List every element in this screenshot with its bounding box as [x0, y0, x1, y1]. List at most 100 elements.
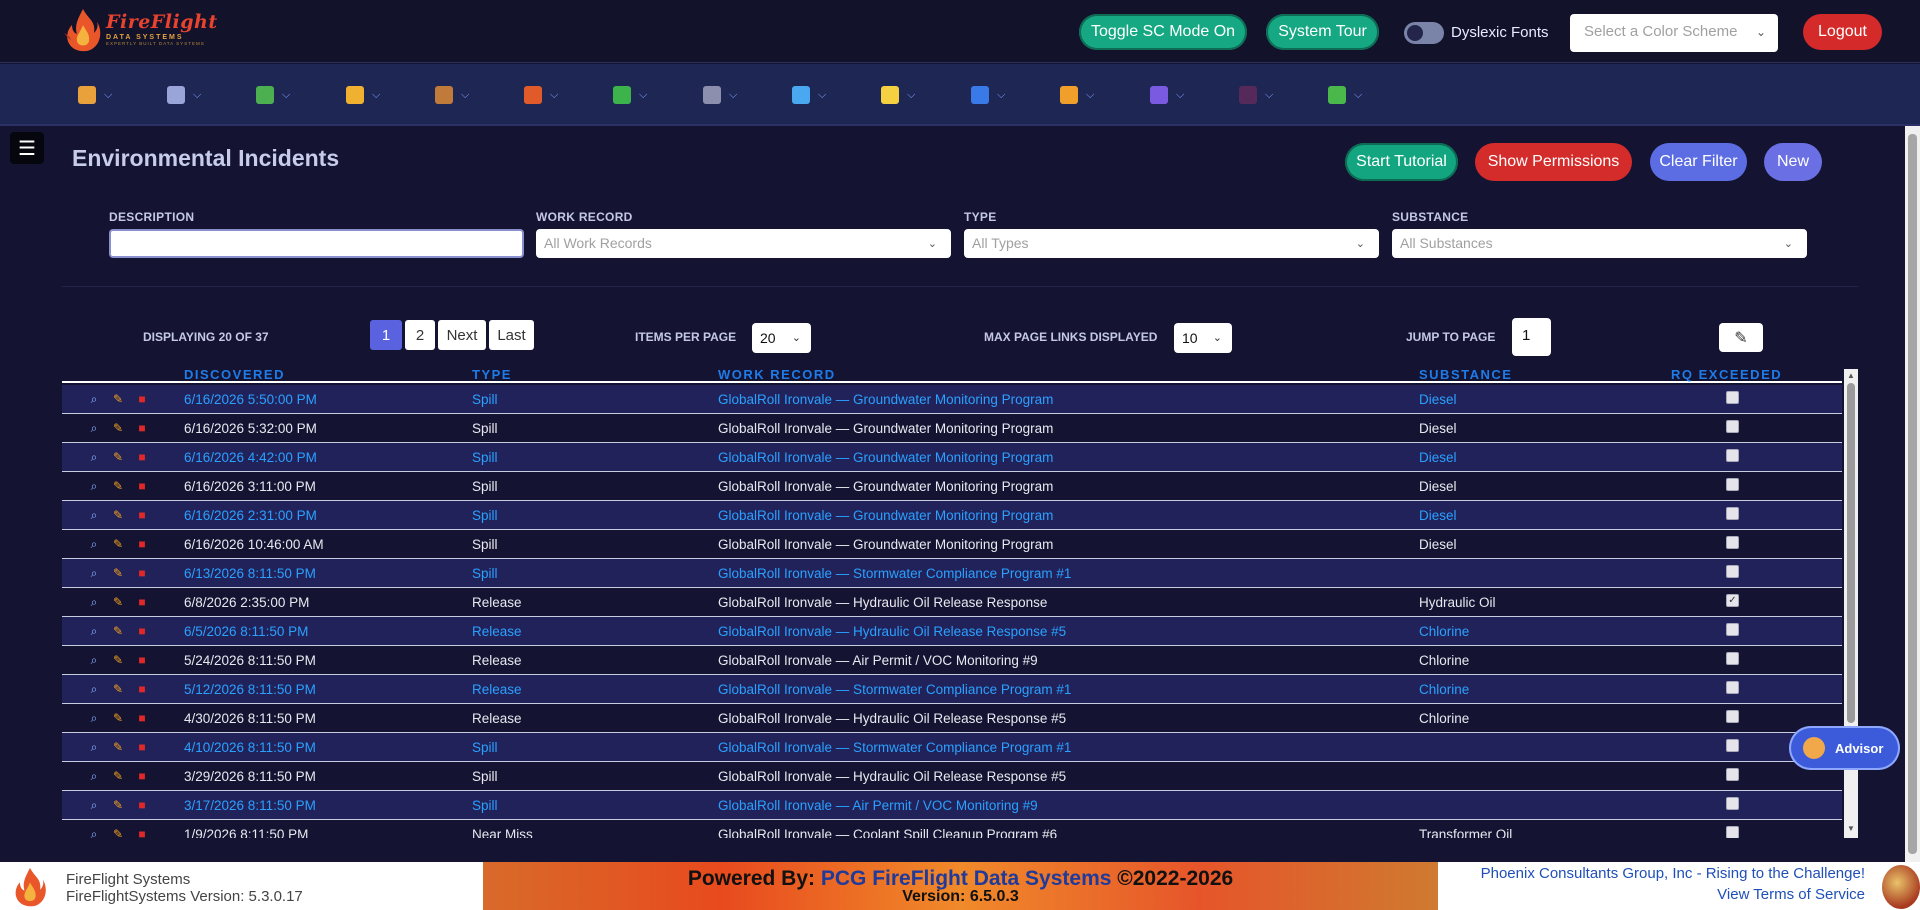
edit-pencil-icon[interactable]: ✎	[110, 450, 126, 464]
view-magnifier-icon[interactable]: ⌕	[86, 682, 102, 696]
edit-pencil-icon[interactable]: ✎	[110, 769, 126, 783]
last-page-button[interactable]: Last	[489, 320, 534, 350]
company-tagline-link[interactable]: Phoenix Consultants Group, Inc - Rising …	[1481, 865, 1865, 882]
rq-exceeded-checkbox[interactable]	[1726, 739, 1739, 752]
edit-pencil-icon[interactable]: ✎	[110, 798, 126, 812]
view-magnifier-icon[interactable]: ⌕	[86, 566, 102, 580]
toggle-sc-mode-button[interactable]: Toggle SC Mode On	[1079, 14, 1247, 50]
edit-pencil-icon[interactable]: ✎	[110, 682, 126, 696]
scroll-up-icon[interactable]: ▲	[1847, 371, 1855, 380]
new-button[interactable]: New	[1764, 143, 1822, 181]
view-magnifier-icon[interactable]: ⌕	[86, 450, 102, 464]
rq-exceeded-checkbox[interactable]	[1726, 507, 1739, 520]
view-magnifier-icon[interactable]: ⌕	[86, 624, 102, 638]
table-row[interactable]: ⌕ ✎ ■ 6/16/2026 3:11:00 PM Spill GlobalRoll I…	[62, 472, 1842, 501]
terms-of-service-link[interactable]: View Terms of Service	[1717, 886, 1865, 903]
nav-modules[interactable]: ⌵	[256, 84, 290, 106]
table-scroll-thumb[interactable]	[1847, 383, 1855, 723]
edit-pencil-icon[interactable]: ✎	[110, 740, 126, 754]
rq-exceeded-checkbox[interactable]	[1726, 536, 1739, 549]
delete-trash-icon[interactable]: ■	[134, 624, 150, 638]
column-width-ruler-icon[interactable]: ✎	[1719, 323, 1763, 352]
advisor-button[interactable]: Advisor	[1789, 726, 1900, 770]
delete-trash-icon[interactable]: ■	[134, 392, 150, 406]
view-magnifier-icon[interactable]: ⌕	[86, 827, 102, 839]
table-row[interactable]: ⌕ ✎ ■ 6/16/2026 5:50:00 PM Spill GlobalRoll I…	[62, 385, 1842, 414]
table-row[interactable]: ⌕ ✎ ■ 6/5/2026 8:11:50 PM Release GlobalRoll …	[62, 617, 1842, 646]
view-magnifier-icon[interactable]: ⌕	[86, 595, 102, 609]
fireflight-logo[interactable]: FireFlight DATA SYSTEMS EXPERTLY BUILT D…	[62, 6, 242, 54]
nav-training[interactable]: ⌵	[1239, 84, 1273, 106]
nav-records[interactable]: ⌵	[703, 84, 737, 106]
show-permissions-button[interactable]: Show Permissions	[1475, 143, 1632, 181]
logout-button[interactable]: Logout	[1803, 14, 1882, 50]
column-header-work-record[interactable]: WORK RECORD	[718, 367, 836, 382]
delete-trash-icon[interactable]: ■	[134, 711, 150, 725]
delete-trash-icon[interactable]: ■	[134, 508, 150, 522]
view-magnifier-icon[interactable]: ⌕	[86, 798, 102, 812]
table-row[interactable]: ⌕ ✎ ■ 6/16/2026 10:46:00 AM Spill GlobalRoll …	[62, 530, 1842, 559]
nav-transport[interactable]: ⌵	[346, 84, 380, 106]
view-magnifier-icon[interactable]: ⌕	[86, 653, 102, 667]
rq-exceeded-checkbox[interactable]	[1726, 565, 1739, 578]
nav-library[interactable]: ⌵	[1150, 84, 1184, 106]
nav-inspections[interactable]: ⌵	[792, 84, 826, 106]
table-row[interactable]: ⌕ ✎ ■ 1/9/2026 8:11:50 PM Near Miss GlobalRol…	[62, 820, 1842, 838]
column-header-type[interactable]: TYPE	[472, 367, 512, 382]
view-magnifier-icon[interactable]: ⌕	[86, 421, 102, 435]
clear-filter-button[interactable]: Clear Filter	[1650, 143, 1747, 181]
work-record-filter-select[interactable]: All Work Records ⌄	[536, 229, 951, 258]
color-scheme-select[interactable]: Select a Color Scheme ⌄	[1570, 14, 1778, 52]
nav-safety[interactable]: ⌵	[971, 84, 1005, 106]
rq-exceeded-checkbox[interactable]	[1726, 478, 1739, 491]
edit-pencil-icon[interactable]: ✎	[110, 508, 126, 522]
description-filter-input[interactable]	[109, 229, 524, 258]
delete-trash-icon[interactable]: ■	[134, 479, 150, 493]
table-row[interactable]: ⌕ ✎ ■ 6/16/2026 2:31:00 PM Spill GlobalRoll I…	[62, 501, 1842, 530]
table-row[interactable]: ⌕ ✎ ■ 6/8/2026 2:35:00 PM Release GlobalRoll …	[62, 588, 1842, 617]
type-filter-select[interactable]: All Types ⌄	[964, 229, 1379, 258]
rq-exceeded-checkbox[interactable]	[1726, 652, 1739, 665]
rq-exceeded-checkbox[interactable]: ✓	[1726, 594, 1739, 607]
edit-pencil-icon[interactable]: ✎	[110, 827, 126, 838]
edit-pencil-icon[interactable]: ✎	[110, 392, 126, 406]
table-row[interactable]: ⌕ ✎ ■ 6/16/2026 4:42:00 PM Spill GlobalRoll I…	[62, 443, 1842, 472]
nav-documents[interactable]: ⌵	[167, 84, 201, 106]
column-header-discovered[interactable]: DISCOVERED	[184, 367, 285, 382]
edit-pencil-icon[interactable]: ✎	[110, 537, 126, 551]
page-scrollbar[interactable]	[1905, 126, 1920, 862]
rq-exceeded-checkbox[interactable]	[1726, 681, 1739, 694]
rq-exceeded-checkbox[interactable]	[1726, 797, 1739, 810]
edit-pencil-icon[interactable]: ✎	[110, 711, 126, 725]
column-header-rq-exceeded[interactable]: RQ EXCEEDED	[1671, 367, 1782, 382]
edit-pencil-icon[interactable]: ✎	[110, 624, 126, 638]
system-tour-button[interactable]: System Tour	[1266, 14, 1379, 50]
view-magnifier-icon[interactable]: ⌕	[86, 769, 102, 783]
delete-trash-icon[interactable]: ■	[134, 740, 150, 754]
nav-facilities[interactable]: ⌵	[524, 84, 558, 106]
page-scroll-thumb[interactable]	[1908, 134, 1917, 854]
edit-pencil-icon[interactable]: ✎	[110, 595, 126, 609]
jump-to-page-input[interactable]: 1	[1512, 318, 1551, 356]
delete-trash-icon[interactable]: ■	[134, 827, 150, 838]
table-row[interactable]: ⌕ ✎ ■ 5/12/2026 8:11:50 PM Release GlobalRoll…	[62, 675, 1842, 704]
rq-exceeded-checkbox[interactable]	[1726, 391, 1739, 404]
delete-trash-icon[interactable]: ■	[134, 566, 150, 580]
delete-trash-icon[interactable]: ■	[134, 537, 150, 551]
rq-exceeded-checkbox[interactable]	[1726, 768, 1739, 781]
nav-ideas[interactable]: ⌵	[881, 84, 915, 106]
rq-exceeded-checkbox[interactable]	[1726, 623, 1739, 636]
dyslexic-fonts-toggle[interactable]	[1404, 22, 1444, 44]
view-magnifier-icon[interactable]: ⌕	[86, 537, 102, 551]
view-magnifier-icon[interactable]: ⌕	[86, 392, 102, 406]
view-magnifier-icon[interactable]: ⌕	[86, 711, 102, 725]
rq-exceeded-checkbox[interactable]	[1726, 826, 1739, 838]
start-tutorial-button[interactable]: Start Tutorial	[1345, 143, 1458, 181]
table-row[interactable]: ⌕ ✎ ■ 4/10/2026 8:11:50 PM Spill GlobalRoll I…	[62, 733, 1842, 762]
scroll-down-icon[interactable]: ▼	[1847, 824, 1855, 833]
substance-filter-select[interactable]: All Substances ⌄	[1392, 229, 1807, 258]
delete-trash-icon[interactable]: ■	[134, 450, 150, 464]
delete-trash-icon[interactable]: ■	[134, 682, 150, 696]
delete-trash-icon[interactable]: ■	[134, 595, 150, 609]
edit-pencil-icon[interactable]: ✎	[110, 653, 126, 667]
